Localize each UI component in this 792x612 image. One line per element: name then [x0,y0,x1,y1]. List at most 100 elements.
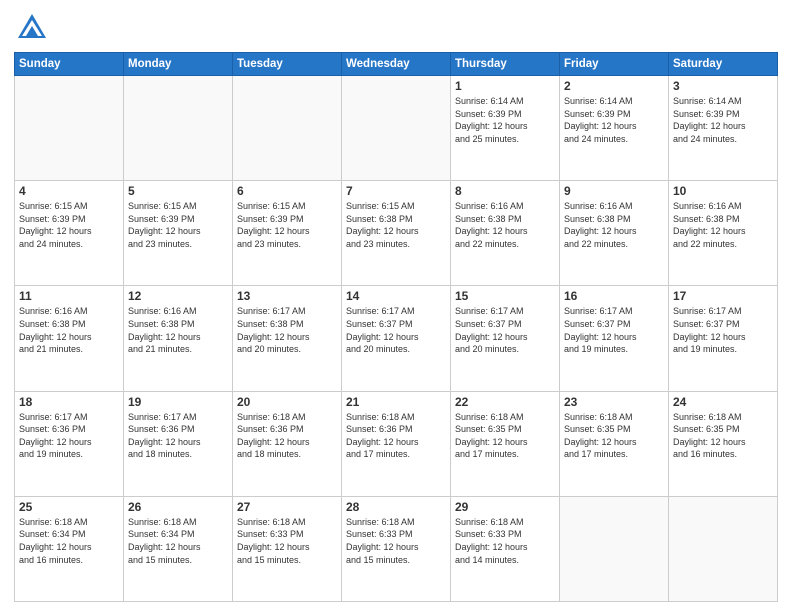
day-number: 13 [237,289,337,303]
week-row-5: 25 Sunrise: 6:18 AM Sunset: 6:34 PM Dayli… [15,496,778,601]
weekday-row: SundayMondayTuesdayWednesdayThursdayFrid… [15,53,778,76]
calendar-cell: 8Sunrise: 6:16 AM Sunset: 6:38 PM Daylig… [451,181,560,286]
calendar-cell: 21Sunrise: 6:18 AM Sunset: 6:36 PM Dayli… [342,391,451,496]
day-number: 8 [455,184,555,198]
day-info: Sunrise: 6:18 AM Sunset: 6:33 PM Dayligh… [346,516,446,566]
day-info: Sunrise: 6:17 AM Sunset: 6:37 PM Dayligh… [564,305,664,355]
day-info: Sunrise: 6:18 AM Sunset: 6:34 PM Dayligh… [128,516,228,566]
week-row-4: 18 Sunrise: 6:17 AM Sunset: 6:36 PM Dayli… [15,391,778,496]
weekday-sunday: Sunday [15,53,124,76]
day-number: 25 [19,500,119,514]
day-info: Sunrise: 6:16 AM Sunset: 6:38 PM Dayligh… [128,305,228,355]
calendar-cell [124,76,233,181]
calendar-cell: 29Sunrise: 6:18 AM Sunset: 6:33 PM Dayli… [451,496,560,601]
calendar-cell: 14 Sunrise: 6:17 AM Sunset: 6:37 PM Dayli… [342,286,451,391]
day-number: 7 [346,184,446,198]
day-number: 2 [564,79,664,93]
calendar-cell: 5 Sunrise: 6:15 AM Sunset: 6:39 PM Daylig… [124,181,233,286]
calendar-cell: 18 Sunrise: 6:17 AM Sunset: 6:36 PM Dayli… [15,391,124,496]
calendar-cell: 11 Sunrise: 6:16 AM Sunset: 6:38 PM Dayli… [15,286,124,391]
day-number: 18 [19,395,119,409]
calendar-table: SundayMondayTuesdayWednesdayThursdayFrid… [14,52,778,602]
calendar-cell: 15 Sunrise: 6:17 AM Sunset: 6:37 PM Dayli… [451,286,560,391]
day-number: 9 [564,184,664,198]
day-number: 17 [673,289,773,303]
day-info: Sunrise: 6:14 AM Sunset: 6:39 PM Dayligh… [564,95,664,145]
day-number: 14 [346,289,446,303]
day-info: Sunrise: 6:17 AM Sunset: 6:36 PM Dayligh… [128,411,228,461]
weekday-thursday: Thursday [451,53,560,76]
day-info: Sunrise: 6:14 AM Sunset: 6:39 PM Dayligh… [673,95,773,145]
calendar-cell: 27 Sunrise: 6:18 AM Sunset: 6:33 PM Dayli… [233,496,342,601]
weekday-wednesday: Wednesday [342,53,451,76]
day-number: 1 [455,79,555,93]
weekday-monday: Monday [124,53,233,76]
calendar-cell: 22Sunrise: 6:18 AM Sunset: 6:35 PM Dayli… [451,391,560,496]
day-info: Sunrise: 6:16 AM Sunset: 6:38 PM Dayligh… [673,200,773,250]
calendar-cell: 13 Sunrise: 6:17 AM Sunset: 6:38 PM Dayli… [233,286,342,391]
day-info: Sunrise: 6:15 AM Sunset: 6:39 PM Dayligh… [128,200,228,250]
day-number: 5 [128,184,228,198]
day-number: 28 [346,500,446,514]
calendar-cell: 7 Sunrise: 6:15 AM Sunset: 6:38 PM Daylig… [342,181,451,286]
day-number: 15 [455,289,555,303]
calendar-cell [342,76,451,181]
calendar-cell: 6 Sunrise: 6:15 AM Sunset: 6:39 PM Daylig… [233,181,342,286]
calendar-cell: 20Sunrise: 6:18 AM Sunset: 6:36 PM Dayli… [233,391,342,496]
day-info: Sunrise: 6:17 AM Sunset: 6:38 PM Dayligh… [237,305,337,355]
day-info: Sunrise: 6:17 AM Sunset: 6:37 PM Dayligh… [346,305,446,355]
day-info: Sunrise: 6:15 AM Sunset: 6:39 PM Dayligh… [237,200,337,250]
logo [14,10,54,46]
day-info: Sunrise: 6:18 AM Sunset: 6:33 PM Dayligh… [237,516,337,566]
day-number: 4 [19,184,119,198]
day-info: Sunrise: 6:18 AM Sunset: 6:35 PM Dayligh… [673,411,773,461]
day-info: Sunrise: 6:17 AM Sunset: 6:37 PM Dayligh… [455,305,555,355]
day-number: 3 [673,79,773,93]
week-row-3: 11 Sunrise: 6:16 AM Sunset: 6:38 PM Dayli… [15,286,778,391]
day-number: 16 [564,289,664,303]
week-row-1: 1 Sunrise: 6:14 AM Sunset: 6:39 PM Daylig… [15,76,778,181]
calendar-cell: 16 Sunrise: 6:17 AM Sunset: 6:37 PM Dayli… [560,286,669,391]
calendar-cell: 26 Sunrise: 6:18 AM Sunset: 6:34 PM Dayli… [124,496,233,601]
calendar-cell [233,76,342,181]
logo-icon [14,10,50,46]
weekday-saturday: Saturday [669,53,778,76]
day-info: Sunrise: 6:15 AM Sunset: 6:39 PM Dayligh… [19,200,119,250]
day-number: 27 [237,500,337,514]
day-info: Sunrise: 6:17 AM Sunset: 6:37 PM Dayligh… [673,305,773,355]
calendar-cell: 19 Sunrise: 6:17 AM Sunset: 6:36 PM Dayli… [124,391,233,496]
day-info: Sunrise: 6:18 AM Sunset: 6:33 PM Dayligh… [455,516,555,566]
calendar-header: SundayMondayTuesdayWednesdayThursdayFrid… [15,53,778,76]
calendar-cell [560,496,669,601]
day-number: 6 [237,184,337,198]
calendar-cell: 28 Sunrise: 6:18 AM Sunset: 6:33 PM Dayli… [342,496,451,601]
day-info: Sunrise: 6:18 AM Sunset: 6:35 PM Dayligh… [455,411,555,461]
weekday-friday: Friday [560,53,669,76]
day-number: 26 [128,500,228,514]
day-info: Sunrise: 6:17 AM Sunset: 6:36 PM Dayligh… [19,411,119,461]
calendar-cell: 12 Sunrise: 6:16 AM Sunset: 6:38 PM Dayli… [124,286,233,391]
day-info: Sunrise: 6:18 AM Sunset: 6:34 PM Dayligh… [19,516,119,566]
calendar-cell: 1Sunrise: 6:14 AM Sunset: 6:39 PM Daylig… [451,76,560,181]
calendar-cell: 23 Sunrise: 6:18 AM Sunset: 6:35 PM Dayli… [560,391,669,496]
header [14,10,778,46]
calendar-cell: 25 Sunrise: 6:18 AM Sunset: 6:34 PM Dayli… [15,496,124,601]
calendar-cell: 9 Sunrise: 6:16 AM Sunset: 6:38 PM Daylig… [560,181,669,286]
calendar-body: 1 Sunrise: 6:14 AM Sunset: 6:39 PM Daylig… [15,76,778,602]
day-info: Sunrise: 6:16 AM Sunset: 6:38 PM Dayligh… [19,305,119,355]
day-info: Sunrise: 6:18 AM Sunset: 6:36 PM Dayligh… [346,411,446,461]
day-number: 12 [128,289,228,303]
calendar-cell: 17 Sunrise: 6:17 AM Sunset: 6:37 PM Dayli… [669,286,778,391]
calendar-cell: 3 Sunrise: 6:14 AM Sunset: 6:39 PM Daylig… [669,76,778,181]
day-number: 23 [564,395,664,409]
page: SundayMondayTuesdayWednesdayThursdayFrid… [0,0,792,612]
calendar-cell: 2 Sunrise: 6:14 AM Sunset: 6:39 PM Daylig… [560,76,669,181]
day-info: Sunrise: 6:15 AM Sunset: 6:38 PM Dayligh… [346,200,446,250]
day-number: 19 [128,395,228,409]
day-info: Sunrise: 6:18 AM Sunset: 6:35 PM Dayligh… [564,411,664,461]
day-number: 10 [673,184,773,198]
weekday-tuesday: Tuesday [233,53,342,76]
day-info: Sunrise: 6:18 AM Sunset: 6:36 PM Dayligh… [237,411,337,461]
day-number: 11 [19,289,119,303]
day-info: Sunrise: 6:16 AM Sunset: 6:38 PM Dayligh… [564,200,664,250]
